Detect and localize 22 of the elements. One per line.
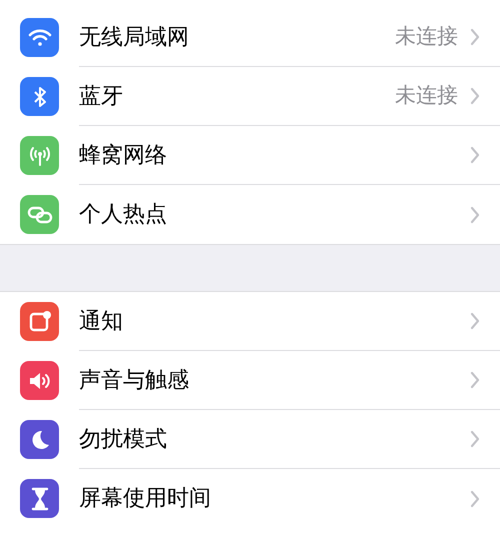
hourglass-icon <box>30 486 48 510</box>
notification-icon <box>28 310 52 334</box>
row-label: 个人热点 <box>79 201 168 229</box>
chevron-icon <box>470 87 480 105</box>
row-label: 屏幕使用时间 <box>79 485 212 513</box>
row-value: 未连接 <box>395 23 458 50</box>
row-label: 蜂窝网络 <box>79 142 168 170</box>
wifi-icon <box>28 28 52 48</box>
chevron-icon <box>470 430 480 448</box>
chevron-icon <box>470 490 480 508</box>
chevron-icon <box>470 28 480 46</box>
chevron-icon <box>470 206 480 224</box>
row-label: 通知 <box>79 308 124 336</box>
chevron-icon <box>470 312 480 330</box>
row-label: 蓝牙 <box>79 82 124 110</box>
row-value: 未连接 <box>395 82 458 110</box>
chevron-icon <box>470 146 480 164</box>
row-label: 声音与触感 <box>79 366 190 394</box>
chevron-icon <box>470 371 480 389</box>
bluetooth-icon <box>32 84 48 108</box>
row-label: 勿扰模式 <box>79 426 168 454</box>
row-label: 无线局域网 <box>79 24 190 52</box>
